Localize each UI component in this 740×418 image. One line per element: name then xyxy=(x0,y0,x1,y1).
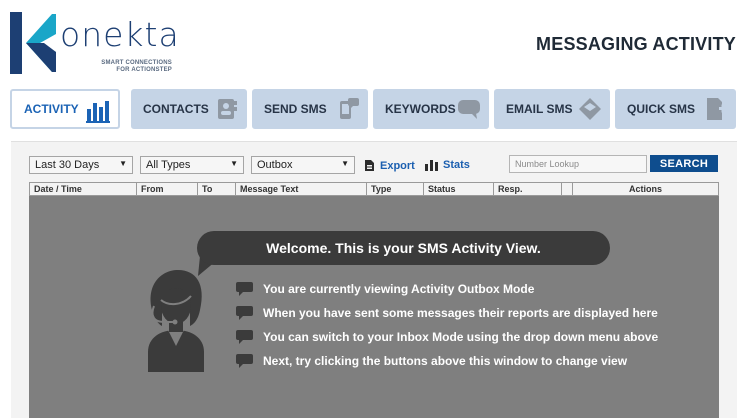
activity-table-header: Date / Time From To Message Text Type St… xyxy=(29,182,719,196)
tab-keywords[interactable]: KEYWORDS xyxy=(373,89,489,129)
welcome-message-text: You can switch to your Inbox Mode using … xyxy=(263,330,659,344)
tab-contacts[interactable]: CONTACTS xyxy=(131,89,247,129)
mailbox-mode-value: Outbox xyxy=(257,159,293,171)
welcome-message-1: You are currently viewing Activity Outbo… xyxy=(236,282,534,296)
date-range-select[interactable]: Last 30 Days ▼ xyxy=(29,156,133,174)
tab-activity-label: ACTIVITY xyxy=(24,102,79,116)
main-tabs: ACTIVITY CONTACTS SEND SMS KEYWORDS EMAI… xyxy=(10,89,736,129)
export-icon xyxy=(365,160,374,171)
column-actions: Actions xyxy=(628,184,662,194)
date-range-value: Last 30 Days xyxy=(35,159,100,171)
welcome-heading: Welcome. This is your SMS Activity View. xyxy=(266,240,541,256)
tab-activity[interactable]: ACTIVITY xyxy=(10,89,120,129)
add-contact-icon xyxy=(707,98,727,120)
konekta-logo: onekta SMART CONNECTIONS FOR ACTIONSTEP xyxy=(10,12,180,76)
column-type[interactable]: Type xyxy=(367,183,424,195)
welcome-message-3: You can switch to your Inbox Mode using … xyxy=(236,330,658,344)
column-message-text[interactable]: Message Text xyxy=(236,183,367,195)
support-agent-icon xyxy=(148,270,204,372)
tab-email-sms-label: EMAIL SMS xyxy=(506,102,573,116)
logo-wordmark: onekta xyxy=(60,15,180,54)
logo-tagline: SMART CONNECTIONS FOR ACTIONSTEP xyxy=(80,60,172,74)
bar-chart-icon xyxy=(86,101,110,123)
address-book-icon xyxy=(218,99,237,119)
envelope-icon xyxy=(579,98,601,120)
chevron-down-icon: ▼ xyxy=(230,159,238,168)
chat-bubble-icon xyxy=(236,330,253,344)
mobile-message-icon xyxy=(340,98,359,119)
logo-k-mark xyxy=(10,12,56,74)
tab-quick-sms-label: QUICK SMS xyxy=(627,102,696,116)
chat-bubble-icon xyxy=(236,282,253,296)
logo-tagline-line2: FOR ACTIONSTEP xyxy=(116,67,172,73)
search-button[interactable]: SEARCH xyxy=(650,155,718,172)
column-blank xyxy=(562,183,573,195)
chat-bubble-icon xyxy=(236,354,253,368)
stats-link[interactable]: Stats xyxy=(425,159,470,171)
tab-keywords-label: KEYWORDS xyxy=(385,102,456,116)
welcome-message-text: Next, try clicking the buttons above thi… xyxy=(263,354,628,368)
export-label: Export xyxy=(380,159,415,172)
page-title: MESSAGING ACTIVITY xyxy=(536,34,736,54)
welcome-message-text: You are currently viewing Activity Outbo… xyxy=(263,282,535,296)
stats-icon xyxy=(425,160,438,171)
welcome-message-2: When you have sent some messages their r… xyxy=(236,306,658,320)
chat-bubble-icon xyxy=(236,306,253,320)
logo-tagline-line1: SMART CONNECTIONS xyxy=(101,60,172,66)
column-from[interactable]: From xyxy=(137,183,198,195)
tab-send-sms-label: SEND SMS xyxy=(264,102,327,116)
speech-bubble-icon xyxy=(458,100,480,119)
message-type-select[interactable]: All Types ▼ xyxy=(140,156,244,174)
tab-contacts-label: CONTACTS xyxy=(143,102,209,116)
chevron-down-icon: ▼ xyxy=(341,159,349,168)
tab-quick-sms[interactable]: QUICK SMS xyxy=(615,89,736,129)
mailbox-mode-select[interactable]: Outbox ▼ xyxy=(251,156,355,174)
message-type-value: All Types xyxy=(146,159,191,171)
welcome-bubble: Welcome. This is your SMS Activity View. xyxy=(197,231,610,265)
chevron-down-icon: ▼ xyxy=(119,159,127,168)
column-date-time[interactable]: Date / Time xyxy=(30,183,137,195)
column-to[interactable]: To xyxy=(198,183,236,195)
tab-email-sms[interactable]: EMAIL SMS xyxy=(494,89,610,129)
column-response[interactable]: Resp. xyxy=(494,183,562,195)
tab-send-sms[interactable]: SEND SMS xyxy=(252,89,368,129)
stats-label: Stats xyxy=(443,159,470,171)
number-lookup-input[interactable] xyxy=(509,155,647,173)
export-link[interactable]: Export xyxy=(364,159,415,172)
welcome-message-text: When you have sent some messages their r… xyxy=(263,306,658,320)
column-status[interactable]: Status xyxy=(424,183,494,195)
welcome-message-4: Next, try clicking the buttons above thi… xyxy=(236,354,627,368)
